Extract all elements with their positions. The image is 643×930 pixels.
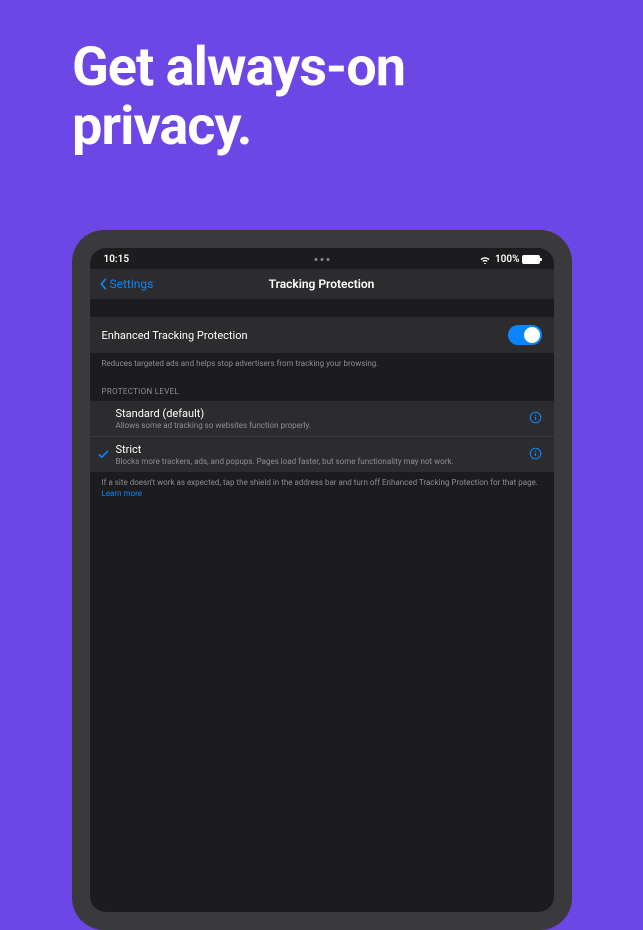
battery-percentage: 100% (495, 254, 520, 265)
chevron-left-icon (100, 278, 108, 290)
option-subtitle: Blocks more trackers, ads, and popups. P… (116, 457, 522, 466)
info-icon[interactable] (529, 447, 542, 460)
enhanced-tracking-row[interactable]: Enhanced Tracking Protection (90, 317, 554, 353)
toggle-label: Enhanced Tracking Protection (102, 329, 248, 342)
option-title: Strict (116, 443, 522, 456)
battery-icon (522, 255, 540, 264)
protection-level-header: PROTECTION LEVEL (90, 369, 554, 401)
promo-headline: Get always-on privacy. (72, 38, 571, 157)
status-time: 10:15 (104, 254, 130, 265)
option-title: Standard (default) (116, 407, 522, 420)
option-standard[interactable]: Standard (default) Allows some ad tracki… (90, 401, 554, 436)
settings-content: Enhanced Tracking Protection Reduces tar… (90, 299, 554, 912)
protection-footer: If a site doesn't work as expected, tap … (90, 472, 554, 488)
toggle-description: Reduces targeted ads and helps stop adve… (90, 353, 554, 369)
option-subtitle: Allows some ad tracking so websites func… (116, 421, 522, 430)
multitask-dots-icon (314, 258, 329, 261)
enhanced-tracking-toggle[interactable] (508, 325, 542, 345)
nav-bar: Settings Tracking Protection (90, 269, 554, 299)
device-frame: 10:15 100% Setti (72, 230, 572, 930)
back-button[interactable]: Settings (100, 277, 154, 291)
wifi-icon (479, 255, 491, 264)
back-label: Settings (110, 277, 154, 291)
check-icon (98, 450, 109, 459)
learn-more-link[interactable]: Learn more (90, 488, 554, 498)
status-bar: 10:15 100% (90, 248, 554, 269)
check-slot (98, 407, 116, 408)
option-strict[interactable]: Strict Blocks more trackers, ads, and po… (90, 436, 554, 472)
page-title: Tracking Protection (269, 277, 375, 291)
device-screen: 10:15 100% Setti (90, 248, 554, 912)
info-icon[interactable] (529, 411, 542, 424)
